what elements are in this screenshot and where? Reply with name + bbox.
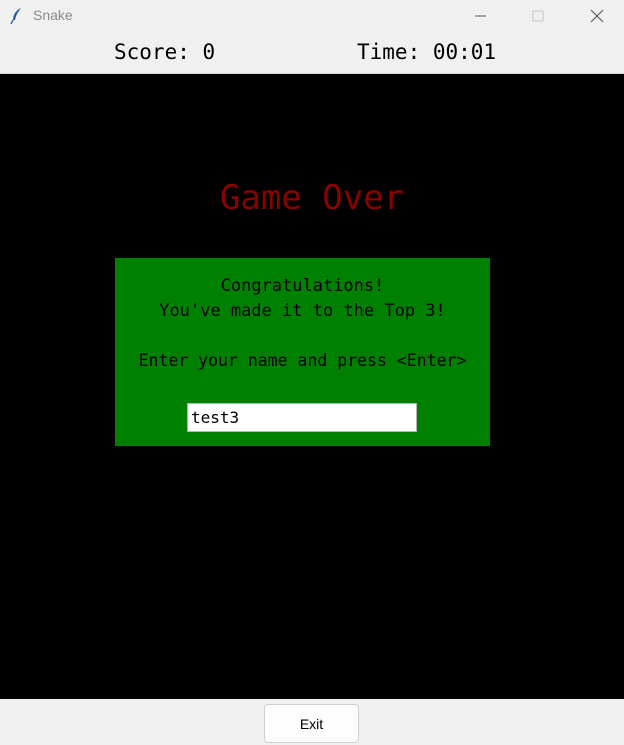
window-title: Snake bbox=[33, 7, 73, 23]
game-canvas: Game Over Congratulations! You've made i… bbox=[0, 74, 624, 699]
time-display: Time: 00:01 bbox=[357, 40, 497, 64]
name-prompt: Enter your name and press <Enter> bbox=[138, 351, 467, 370]
maximize-button[interactable] bbox=[515, 0, 561, 32]
exit-button[interactable]: Exit bbox=[264, 704, 359, 743]
feather-icon bbox=[7, 6, 27, 26]
close-icon bbox=[590, 9, 604, 23]
top-three-message: You've made it to the Top 3! bbox=[159, 301, 446, 321]
score-display: Score: 0 bbox=[114, 40, 216, 64]
high-score-dialog: Congratulations! You've made it to the T… bbox=[115, 258, 490, 446]
maximize-icon bbox=[532, 10, 544, 22]
game-over-title: Game Over bbox=[219, 178, 405, 218]
title-bar: Snake bbox=[0, 0, 624, 32]
player-name-input[interactable] bbox=[187, 403, 417, 432]
close-button[interactable] bbox=[575, 0, 621, 32]
footer-bar: Exit bbox=[0, 699, 624, 745]
congratulations-text: Congratulations! bbox=[220, 276, 385, 296]
score-bar: Score: 0 Time: 00:01 bbox=[0, 32, 624, 74]
minimize-button[interactable] bbox=[458, 0, 504, 32]
minimize-icon bbox=[475, 15, 486, 17]
